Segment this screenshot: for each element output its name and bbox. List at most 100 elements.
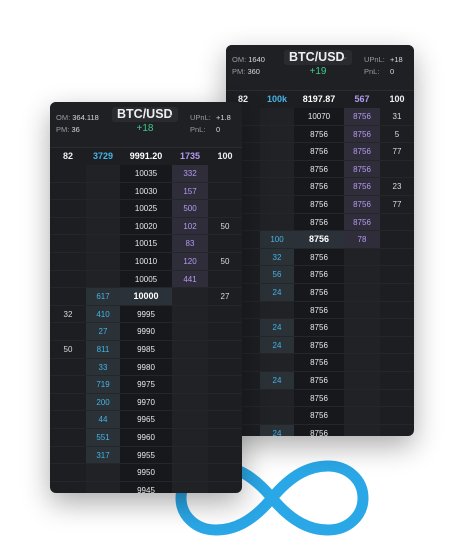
price-cell: 8756 xyxy=(294,354,344,371)
ask-cell[interactable] xyxy=(344,354,380,371)
bid-cell[interactable] xyxy=(86,165,120,182)
price-cell: 10005 xyxy=(120,270,172,288)
ask-volume-cell: 50 xyxy=(220,221,230,231)
bid-cell[interactable] xyxy=(260,108,294,125)
bid-cell[interactable] xyxy=(86,200,120,217)
ask-cell[interactable] xyxy=(344,266,380,283)
pnl-display: +18 xyxy=(136,123,154,134)
bid-cell[interactable] xyxy=(260,178,294,195)
ask-cell[interactable]: 8756 xyxy=(344,108,380,125)
ask-volume-cell xyxy=(380,284,414,301)
ask-cell[interactable]: 332 xyxy=(172,165,208,182)
bid-cell[interactable] xyxy=(86,182,120,200)
pm-label: PM: xyxy=(56,125,70,134)
bid-cell[interactable]: 719 xyxy=(86,376,120,393)
symbol-selector[interactable]: BTC/USD ⌄ xyxy=(284,50,352,65)
ask-cell[interactable]: 500 xyxy=(172,200,208,217)
ask-cell[interactable] xyxy=(344,389,380,407)
symbol-label: BTC/USD xyxy=(117,107,173,121)
bid-cell[interactable] xyxy=(260,160,294,178)
ladder-row: 200 9970 xyxy=(50,393,242,412)
bid-cell[interactable]: 24 xyxy=(260,283,294,301)
ask-cell[interactable] xyxy=(172,428,208,446)
bid-cell[interactable]: 44 xyxy=(86,411,120,428)
bid-cell[interactable] xyxy=(86,270,120,288)
bid-cell[interactable] xyxy=(260,125,294,143)
bid-cell[interactable]: 551 xyxy=(86,428,120,446)
bid-volume-cell: 32 xyxy=(63,309,73,319)
ask-cell[interactable] xyxy=(344,336,380,354)
bid-cell[interactable] xyxy=(86,235,120,252)
ask-cell[interactable]: 8756 xyxy=(344,195,380,213)
ask-cell[interactable] xyxy=(344,407,380,424)
bid-cell[interactable] xyxy=(86,217,120,235)
ask-cell[interactable]: 102 xyxy=(172,217,208,235)
bid-cell[interactable]: 24 xyxy=(260,336,294,354)
bid-cell[interactable] xyxy=(86,252,120,270)
bid-cell[interactable] xyxy=(260,389,294,407)
bid-cell[interactable]: 811 xyxy=(86,340,120,358)
ask-cell[interactable] xyxy=(172,358,208,376)
ask-cell[interactable] xyxy=(344,371,380,389)
ask-cell[interactable] xyxy=(344,424,380,436)
ask-cell[interactable] xyxy=(172,340,208,358)
ask-cell[interactable] xyxy=(172,305,208,323)
price-cell: 9960 xyxy=(120,428,172,446)
bid-cell[interactable] xyxy=(260,301,294,319)
bid-cell[interactable]: 100 xyxy=(260,231,294,248)
bid-cell[interactable] xyxy=(260,195,294,213)
ask-cell[interactable] xyxy=(172,446,208,464)
ask-cell[interactable] xyxy=(172,464,208,481)
bid-cell[interactable] xyxy=(260,354,294,371)
bid-cell[interactable] xyxy=(260,143,294,160)
ask-cell[interactable] xyxy=(172,393,208,411)
ask-cell[interactable]: 157 xyxy=(172,182,208,200)
ladder-row: 50 811 9985 xyxy=(50,340,242,359)
ask-cell[interactable]: 8756 xyxy=(344,143,380,160)
ask-cell[interactable]: 441 xyxy=(172,270,208,288)
bid-cell[interactable]: 32 xyxy=(260,248,294,266)
bid-cell[interactable]: 317 xyxy=(86,446,120,464)
ladder-row: 32 8756 xyxy=(226,248,414,267)
ask-cell[interactable] xyxy=(344,319,380,336)
ask-cell[interactable]: 8756 xyxy=(344,213,380,231)
upnl-value: +18 xyxy=(390,55,403,64)
bid-cell[interactable]: 617 xyxy=(86,288,120,305)
price-cell: 8756 xyxy=(294,213,344,231)
ask-cell[interactable]: 8756 xyxy=(344,160,380,178)
symbol-selector[interactable]: BTC/USD ⌄ xyxy=(112,107,178,122)
total-ask-volume: 100 xyxy=(217,151,233,161)
bid-cell[interactable] xyxy=(260,213,294,231)
bid-cell[interactable] xyxy=(86,464,120,481)
bid-cell[interactable]: 24 xyxy=(260,371,294,389)
ask-cell[interactable] xyxy=(344,248,380,266)
ask-cell[interactable] xyxy=(172,376,208,393)
upnl-label: UPnL: xyxy=(190,113,211,122)
ask-cell[interactable] xyxy=(172,411,208,428)
ask-cell[interactable]: 78 xyxy=(344,231,380,248)
ask-cell[interactable]: 120 xyxy=(172,252,208,270)
ask-cell[interactable]: 8756 xyxy=(344,125,380,143)
price-cell: 10000 xyxy=(120,288,172,305)
bid-cell[interactable]: 410 xyxy=(86,305,120,323)
ladder-row: 10005 441 xyxy=(50,270,242,289)
ladder-row: 10015 83 xyxy=(50,235,242,253)
ask-cell[interactable] xyxy=(172,288,208,305)
bid-cell[interactable]: 200 xyxy=(86,393,120,411)
ask-cell[interactable] xyxy=(344,301,380,319)
chevron-down-icon: ⌄ xyxy=(342,54,348,61)
ask-cell[interactable] xyxy=(172,481,208,493)
bid-cell[interactable] xyxy=(260,407,294,424)
ask-cell[interactable]: 83 xyxy=(172,235,208,252)
bid-cell[interactable]: 24 xyxy=(260,319,294,336)
last-price: 9991.20 xyxy=(129,151,163,161)
bid-cell[interactable]: 33 xyxy=(86,358,120,376)
bid-cell[interactable] xyxy=(86,481,120,493)
bid-cell[interactable]: 56 xyxy=(260,266,294,283)
bid-cell[interactable]: 27 xyxy=(86,323,120,340)
ask-cell[interactable] xyxy=(172,323,208,340)
bid-cell[interactable]: 24 xyxy=(260,424,294,436)
ask-cell[interactable]: 8756 xyxy=(344,178,380,195)
ask-cell[interactable] xyxy=(344,283,380,301)
ladder-row: 44 9965 xyxy=(50,411,242,429)
